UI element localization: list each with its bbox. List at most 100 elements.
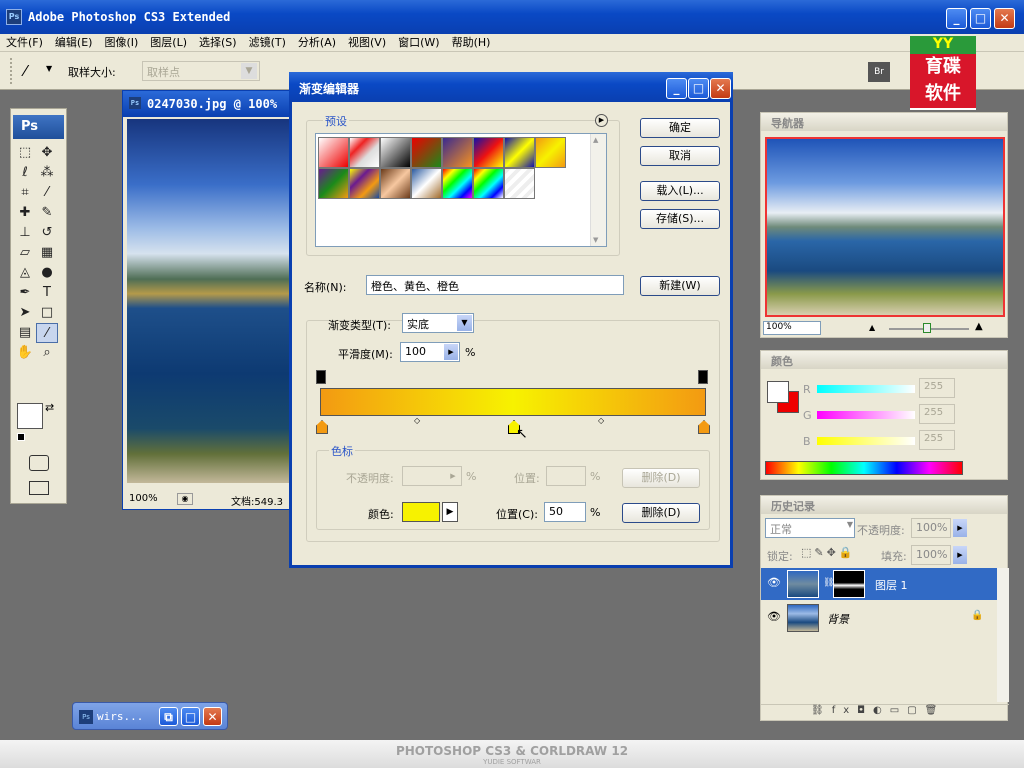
eraser-tool-icon[interactable]: ▱ [14,243,36,263]
menu-item-7[interactable]: 视图(V) [342,34,392,52]
notes-tool-icon[interactable]: ▤ [14,323,36,343]
delete-stop-button[interactable]: 删除(D) [622,503,700,523]
dialog-maximize-button[interactable]: □ [688,78,709,99]
shape-tool-icon[interactable]: □ [36,303,58,323]
menu-item-6[interactable]: 分析(A) [292,34,342,52]
gradient-name-input[interactable]: 橙色、黄色、橙色 [366,275,624,295]
preset-violet-green-orange[interactable] [318,168,349,199]
cancel-button[interactable]: 取消 [640,146,720,166]
gradient-bar[interactable] [320,388,706,416]
r-value[interactable]: 255 [919,378,955,398]
close-button[interactable]: ✕ [994,8,1015,29]
ok-button[interactable]: 确定 [640,118,720,138]
blend-mode-select[interactable]: 正常 ▼ [765,518,855,538]
default-colors-icon[interactable] [17,433,25,441]
swap-colors-icon[interactable]: ⇄ [45,401,54,414]
presets-menu-icon[interactable]: ▶ [595,114,608,127]
history-brush-tool-icon[interactable]: ↺ [36,223,58,243]
clone-stamp-tool-icon[interactable]: ⊥ [14,223,36,243]
tool-preset-chevron-icon[interactable]: ▼ [46,64,52,73]
menu-item-4[interactable]: 选择(S) [193,34,243,52]
landscape-image[interactable] [127,119,299,483]
preset-chrome[interactable] [411,168,442,199]
opacity-stop-right[interactable] [698,370,708,384]
crop-tool-icon[interactable]: ⌗ [14,183,36,203]
layer-opacity-input[interactable]: 100% [911,518,951,538]
color-fg-swatch[interactable] [767,381,789,403]
gradient-type-select[interactable]: 实底 ▼ [402,313,474,333]
menu-item-3[interactable]: 图层(L) [144,34,193,52]
type-tool-icon[interactable]: T [36,283,58,303]
menu-item-5[interactable]: 滤镜(T) [243,34,292,52]
minimized-window[interactable]: Ps wirs... ⧉ □ ✕ [72,702,228,730]
layer-row-1[interactable]: 👁 ⛓ 图层 1 [761,568,997,600]
sample-size-select[interactable]: 取样点 ▼ [142,61,260,81]
save-button[interactable]: 存储(S)... [640,209,720,229]
presets-scrollbar[interactable]: ▲ ▼ [590,134,606,246]
opacity-stop-left[interactable] [316,370,326,384]
dialog-minimize-button[interactable]: _ [666,78,687,99]
layers-scrollbar[interactable] [997,568,1009,702]
quick-mask-icon[interactable] [29,455,49,471]
stop-color-swatch[interactable] [402,502,440,522]
preset-violet-orange[interactable] [442,137,473,168]
layers-footer-icons[interactable]: ⛓fx◘◐▭▢🗑 [761,704,1009,720]
fill-input[interactable]: 100% [911,545,951,565]
preset-transparent-rainbow[interactable] [473,168,504,199]
healing-brush-tool-icon[interactable]: ✚ [14,203,36,223]
preset-copper[interactable] [380,168,411,199]
minimize-button[interactable]: _ [946,8,967,29]
navigator-thumbnail[interactable] [765,137,1005,317]
zoom-tool-icon[interactable]: ⌕ [36,343,58,363]
load-button[interactable]: 载入(L)... [640,181,720,201]
preset-red-green[interactable] [411,137,442,168]
preset-transparent-stripes[interactable] [504,168,535,199]
pen-tool-icon[interactable]: ✒ [14,283,36,303]
preset-foreground-to-transparent[interactable] [349,137,380,168]
g-slider[interactable] [817,411,915,419]
status-menu-icon[interactable]: ◉ [177,493,193,505]
g-value[interactable]: 255 [919,404,955,424]
preset-foreground-to-background[interactable] [318,137,349,168]
magic-wand-tool-icon[interactable]: ⁂ [36,163,58,183]
layer-row-background[interactable]: 👁 背景 🔒 [761,602,997,634]
fill-stepper-icon[interactable]: ▶ [953,546,967,564]
opacity-stepper-icon[interactable]: ▶ [953,519,967,537]
blur-tool-icon[interactable]: ◬ [14,263,36,283]
hand-tool-icon[interactable]: ✋ [14,343,36,363]
preset-spectrum[interactable] [442,168,473,199]
menu-item-1[interactable]: 编辑(E) [49,34,99,52]
eyedropper-tool-icon[interactable]: ⁄ [24,62,27,80]
lock-icons[interactable]: ⬚✎✥🔒 [801,546,856,559]
b-slider[interactable] [817,437,915,445]
location-input[interactable]: 50 [544,502,586,522]
eyedropper-tool-active-icon[interactable]: ⁄ [36,323,58,343]
opacity-delete-button[interactable]: 删除(D) [622,468,700,488]
r-slider[interactable] [817,385,915,393]
slice-tool-icon[interactable]: ⁄ [36,183,58,203]
path-selection-tool-icon[interactable]: ➤ [14,303,36,323]
screen-mode-icon[interactable] [29,481,49,495]
move-tool-icon[interactable]: ✥ [36,143,58,163]
b-value[interactable]: 255 [919,430,955,450]
new-button[interactable]: 新建(W) [640,276,720,296]
menu-item-0[interactable]: 文件(F) [0,34,49,52]
menu-item-9[interactable]: 帮助(H) [446,34,497,52]
brush-tool-icon[interactable]: ✎ [36,203,58,223]
preset-blue-yellow-blue[interactable] [504,137,535,168]
preset-yellow-violet-orange-blue[interactable] [349,168,380,199]
menu-item-8[interactable]: 窗口(W) [392,34,445,52]
menu-item-2[interactable]: 图像(I) [98,34,144,52]
zoom-out-icon[interactable]: ▲ [869,323,875,332]
smoothness-input[interactable]: 100 ▶ [400,342,460,362]
color-menu-arrow-icon[interactable]: ▶ [442,502,458,522]
preset-black-white[interactable] [380,137,411,168]
foreground-color-swatch[interactable] [17,403,43,429]
color-ramp[interactable] [765,461,963,475]
gradient-tool-icon[interactable]: ▦ [36,243,58,263]
navigator-zoom-input[interactable]: 100% [763,321,821,335]
preset-blue-red-yellow[interactable] [473,137,504,168]
marquee-tool-icon[interactable]: ⬚ [14,143,36,163]
maximize-button[interactable]: □ [970,8,991,29]
dialog-close-button[interactable]: ✕ [710,78,731,99]
